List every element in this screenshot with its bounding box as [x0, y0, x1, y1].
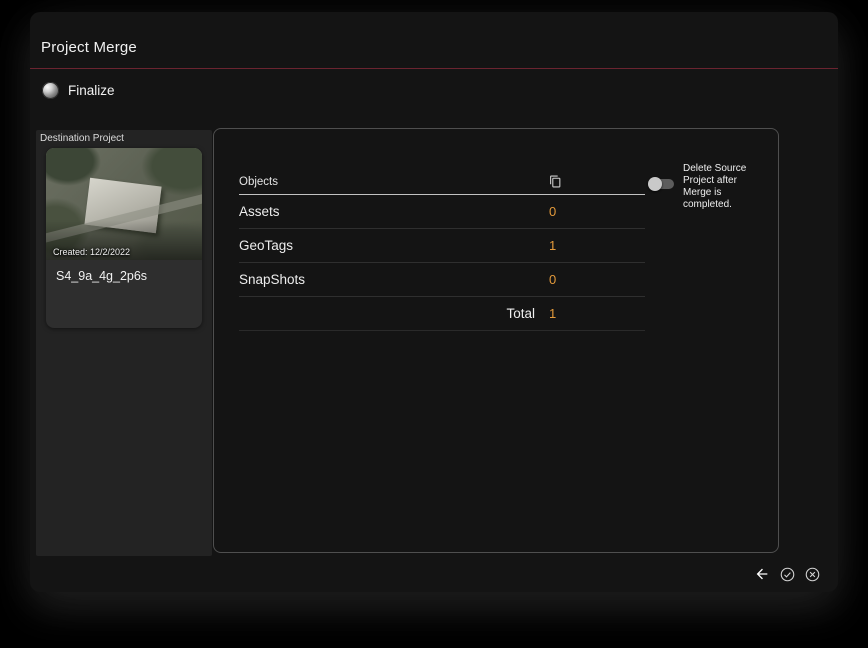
row-value: 1: [549, 238, 557, 253]
delete-source-toggle-group: Delete Source Project after Merge is com…: [648, 163, 768, 211]
row-label: GeoTags: [239, 238, 294, 253]
sphere-step-icon: [42, 81, 59, 99]
footer-actions: [752, 564, 822, 584]
row-value: 0: [549, 272, 557, 287]
project-name: S4_9a_4g_2p6s: [56, 269, 148, 283]
delete-source-label: Delete Source Project after Merge is com…: [683, 163, 747, 210]
destination-project-sidebar: Destination Project Created: 12/2/2022 S…: [36, 130, 212, 556]
merge-summary-panel: Objects Assets 0 GeoTags 1 SnapShots 0 T…: [213, 128, 779, 553]
close-circle-icon[interactable]: [802, 564, 822, 584]
objects-table-header: Objects: [239, 169, 645, 195]
objects-table: Objects Assets 0 GeoTags 1 SnapShots 0 T…: [239, 169, 645, 331]
page-title: Project Merge: [41, 39, 137, 56]
back-arrow-icon[interactable]: [752, 564, 772, 584]
destination-project-label: Destination Project: [40, 133, 124, 144]
finalize-step: Finalize: [42, 76, 115, 104]
row-value: 0: [549, 204, 557, 219]
delete-source-toggle[interactable]: [648, 177, 674, 191]
table-row: Assets 0: [239, 195, 645, 229]
objects-header-label: Objects: [239, 175, 278, 188]
row-label: Assets: [239, 204, 280, 219]
copy-stack-icon: [549, 175, 645, 188]
table-row: SnapShots 0: [239, 263, 645, 297]
title-divider: [30, 68, 838, 69]
project-merge-dialog: Project Merge Finalize Destination Proje…: [30, 12, 838, 592]
toggle-knob: [648, 177, 662, 191]
project-created-date: Created: 12/2/2022: [53, 247, 131, 257]
total-value: 1: [549, 306, 557, 321]
total-label: Total: [506, 306, 535, 321]
check-circle-icon[interactable]: [777, 564, 797, 584]
row-label: SnapShots: [239, 272, 306, 287]
project-thumbnail: Created: 12/2/2022: [46, 148, 202, 260]
table-row: GeoTags 1: [239, 229, 645, 263]
destination-project-card[interactable]: Created: 12/2/2022 S4_9a_4g_2p6s: [46, 148, 202, 328]
finalize-step-label: Finalize: [68, 82, 115, 98]
table-total-row: Total 1: [239, 297, 645, 331]
